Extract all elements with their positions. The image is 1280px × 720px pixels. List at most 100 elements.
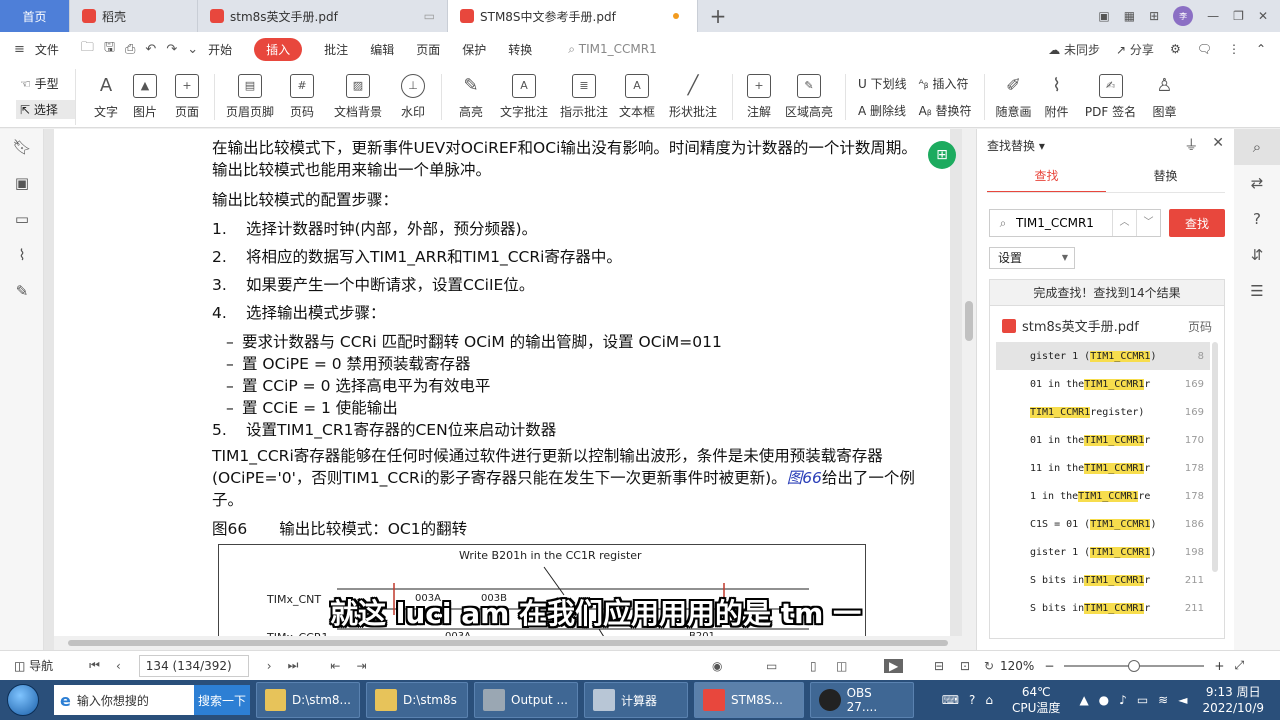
figure-reference-link[interactable]: 图66	[787, 469, 822, 487]
underline-tool[interactable]: U 下划线	[858, 75, 907, 92]
taskbar-search[interactable]: e 输入你想搜的	[54, 685, 194, 715]
two-page-icon[interactable]: ◫	[836, 659, 847, 673]
prev-page-icon[interactable]: ‹	[116, 659, 121, 673]
list-item[interactable]: S bits in TIM1_CCMR1 r 211	[996, 566, 1210, 594]
single-page-icon[interactable]: ▭	[766, 659, 777, 673]
bookmark-icon[interactable]: 🔖︎	[0, 129, 44, 165]
page-tool[interactable]: + 页面	[166, 69, 208, 125]
textbox-tool[interactable]: A 文本框	[614, 69, 660, 125]
freehand-tool[interactable]: ✐ 随意画	[991, 69, 1037, 125]
slider-handle[interactable]	[1128, 659, 1141, 672]
speaker-icon[interactable]: ◄	[1178, 693, 1187, 707]
zoom-level[interactable]: 120%	[1000, 659, 1034, 673]
taskbar-item-output[interactable]: Output ...	[474, 682, 578, 718]
signature-panel-icon[interactable]: ✎	[0, 273, 44, 309]
next-page-icon[interactable]: ›	[267, 659, 272, 673]
settings-dropdown[interactable]: 设置 ▼	[989, 247, 1075, 269]
print-icon[interactable]: ⎙	[125, 42, 135, 57]
close-icon[interactable]: ✕	[1212, 135, 1224, 155]
taskbar-item-obs[interactable]: OBS 27....	[810, 682, 914, 718]
tab-daoke[interactable]: 稻壳	[70, 0, 198, 32]
open-folder-icon[interactable]: 🗀	[81, 38, 94, 60]
collapse-icon[interactable]: ⌃	[1256, 42, 1266, 56]
play-icon[interactable]: ▶	[884, 658, 904, 673]
help-icon[interactable]: ?	[969, 693, 975, 707]
eye-icon[interactable]: ◉	[712, 659, 722, 673]
start-button[interactable]	[0, 680, 46, 720]
menu-search[interactable]: ⌕ TIM1_CCMR1	[568, 42, 657, 57]
list-item[interactable]: S bits in TIM1_CCMR1 r 211	[996, 594, 1210, 622]
new-tab-button[interactable]: +	[698, 0, 738, 32]
fit-page-icon[interactable]: ⊡	[960, 659, 970, 673]
taskbar-item-folder1[interactable]: D:\stm8...	[256, 682, 360, 718]
redo-icon[interactable]: ↷	[166, 42, 177, 57]
scrollbar-thumb[interactable]	[68, 640, 948, 646]
menu-convert[interactable]: 转换	[508, 41, 532, 58]
menu-edit[interactable]: 编辑	[370, 41, 394, 58]
nav-toggle[interactable]: ◫ 导航	[14, 657, 53, 674]
settings-sliders-icon[interactable]: ☰	[1234, 273, 1280, 309]
avatar[interactable]: 李	[1173, 6, 1194, 26]
text-annotation-tool[interactable]: A 文字批注	[494, 69, 554, 125]
menu-file[interactable]: 文件	[35, 41, 59, 58]
save-icon[interactable]: 🖫	[104, 38, 115, 60]
doc-background-tool[interactable]: ▨ 文档背景	[325, 69, 391, 125]
vertical-scrollbar[interactable]	[962, 129, 976, 650]
attachment-tool[interactable]: ⌇ 附件	[1037, 69, 1077, 125]
header-footer-tool[interactable]: ▤ 页眉页脚	[221, 69, 279, 125]
fullscreen-icon[interactable]: ⤢	[1234, 658, 1244, 673]
menu-insert[interactable]: 插入	[254, 37, 303, 61]
find-button[interactable]: 查找	[1169, 209, 1225, 237]
app-tray-icon[interactable]: ●	[1099, 693, 1109, 707]
shape-annotation-tool[interactable]: ╱ 形状批注	[660, 69, 726, 125]
fit-width-icon[interactable]: ⊟	[934, 659, 944, 673]
taskbar-search-button[interactable]: 搜索一下	[194, 685, 250, 715]
undo-icon[interactable]: ↶	[145, 42, 156, 57]
list-item[interactable]: 01 in the TIM1_CCMR1 r 170	[996, 426, 1210, 454]
monitor-icon[interactable]: ▭	[424, 9, 435, 23]
tab-find[interactable]: 查找	[987, 165, 1106, 193]
sync-status[interactable]: ☁ 未同步	[1048, 41, 1100, 58]
result-file[interactable]: stm8s英文手册.pdf	[1002, 316, 1139, 335]
pointer-annotation-tool[interactable]: ≣ 指示批注	[554, 69, 614, 125]
menu-start[interactable]: 开始	[208, 41, 232, 58]
find-input[interactable]	[1016, 216, 1112, 230]
replace-char-tool[interactable]: Aᵦ 替换符	[919, 102, 972, 119]
page-number-tool[interactable]: # 页码	[279, 69, 325, 125]
menu-page[interactable]: 页面	[416, 41, 440, 58]
volume-icon[interactable]: ♪	[1119, 693, 1127, 707]
clock[interactable]: 9:13 周日 2022/10/9	[1202, 684, 1264, 716]
help-icon[interactable]: ?	[1234, 201, 1280, 237]
comment-icon[interactable]: 🗨	[1197, 42, 1212, 56]
monitor-icon[interactable]: ▭	[1137, 693, 1148, 707]
text-tool[interactable]: A 文字	[88, 69, 124, 125]
attachment-icon[interactable]: ⌇	[0, 237, 44, 273]
list-item[interactable]: 11 in the TIM1_CCMR1 r 178	[996, 454, 1210, 482]
hamburger-icon[interactable]: ≡	[14, 42, 25, 57]
list-item[interactable]: 1 in the TIM1_CCMR1 re 178	[996, 482, 1210, 510]
translate-icon[interactable]: ⇄	[1234, 165, 1280, 201]
chevron-up-icon[interactable]: ▲	[1079, 693, 1088, 707]
note-tool[interactable]: + 注解	[739, 69, 779, 125]
network-icon[interactable]: ⌂	[985, 693, 993, 707]
tab-replace[interactable]: 替换	[1106, 165, 1225, 193]
select-tool[interactable]: ⇱ 选择	[16, 99, 75, 119]
watermark-tool[interactable]: ⊥ 水印	[391, 69, 435, 125]
menu-protect[interactable]: 保护	[462, 41, 486, 58]
pdf-signature-tool[interactable]: ✍ PDF 签名	[1077, 69, 1145, 125]
first-page-icon[interactable]: ⏮	[89, 658, 100, 673]
insert-char-tool[interactable]: ᴬᵦ 插入符	[919, 75, 972, 92]
keyboard-icon[interactable]: ⌨	[942, 693, 959, 707]
transfer-icon[interactable]: ⇵	[1234, 237, 1280, 273]
document-viewport[interactable]: 在输出比较模式下，更新事件UEV对OCiREF和OCi输出没有影响。时间精度为计…	[44, 129, 976, 650]
forward-icon[interactable]: ⇥	[356, 659, 366, 673]
continuous-icon[interactable]: ▯	[810, 659, 817, 673]
rotate-icon[interactable]: ↻	[984, 659, 994, 673]
image-tool[interactable]: ▲ 图片	[124, 69, 166, 125]
tab-home[interactable]: 首页	[0, 0, 70, 32]
table-extract-button[interactable]: ⊞	[928, 141, 956, 169]
results-scrollbar[interactable]	[1212, 342, 1218, 572]
layout-icon[interactable]: ▣	[1098, 9, 1109, 23]
zoom-slider[interactable]	[1064, 659, 1205, 672]
back-icon[interactable]: ⇤	[330, 659, 340, 673]
